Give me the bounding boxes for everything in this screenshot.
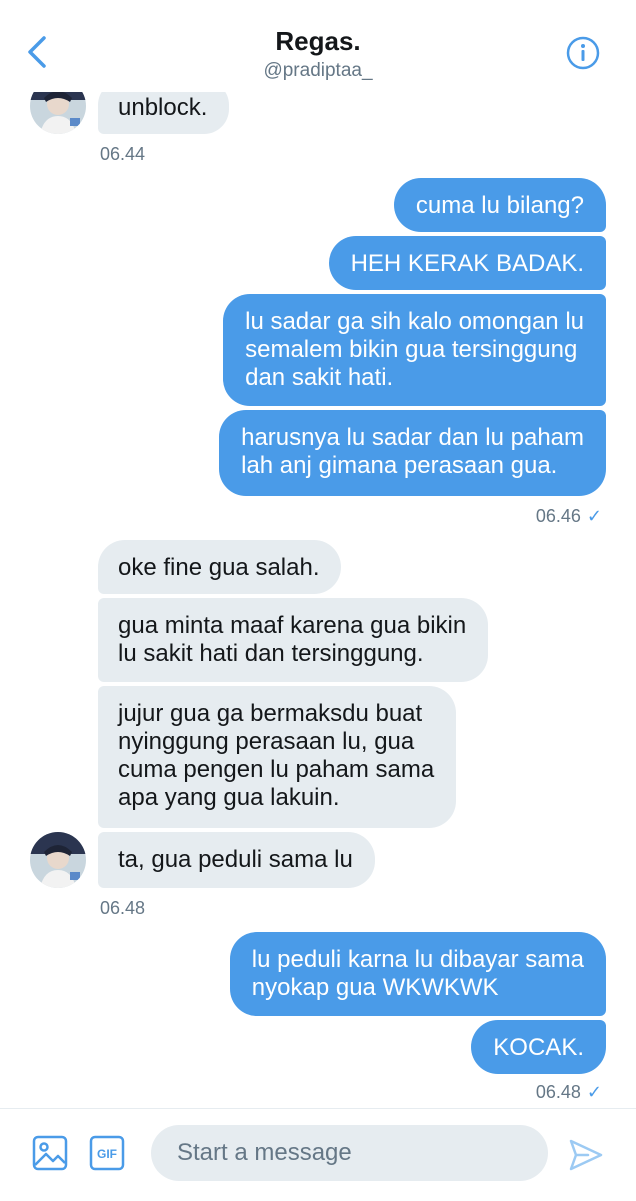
message-text: unblock.	[118, 94, 208, 121]
message-text-line: lu sakit hati dan tersinggung.	[118, 640, 424, 667]
message-bubble[interactable]: lu sadar ga sih kalo omongan lu semalem …	[223, 294, 606, 406]
timestamp-text: 06.46	[535, 506, 581, 526]
message-timestamp: 06.46 ✓	[536, 506, 602, 527]
message-bubble[interactable]: oke fine gua salah.	[98, 540, 342, 594]
timestamp-text: 06.48	[535, 1082, 581, 1102]
conversation-header: Regas. @pradiptaa_	[0, 0, 636, 92]
info-button[interactable]	[566, 36, 600, 70]
message-bubble[interactable]: ta, gua peduli sama lu	[98, 832, 375, 888]
message-bubble[interactable]: gua minta maaf karena gua bikin lu sakit…	[98, 598, 489, 682]
message-timestamp: 06.48 ✓	[536, 1082, 602, 1103]
message-text-line: nyokap gua WKWKWK	[251, 974, 499, 1001]
message-bubble[interactable]: HEH KERAK BADAK.	[328, 236, 606, 290]
gif-icon: GIF	[89, 1135, 125, 1171]
message-text-line: semalem bikin gua tersinggung	[245, 336, 578, 363]
conversation-handle[interactable]: @pradiptaa_	[0, 60, 636, 82]
message-text: ta, gua peduli sama lu	[118, 846, 353, 873]
message-text: HEH KERAK BADAK.	[350, 250, 584, 277]
avatar[interactable]	[30, 832, 86, 888]
message-text: cuma lu bilang?	[415, 192, 584, 219]
message-timestamp: 06.48	[100, 898, 146, 918]
message-bubble[interactable]: KOCAK.	[471, 1020, 606, 1074]
message-bubble[interactable]: cuma lu bilang?	[393, 178, 606, 232]
image-icon	[32, 1135, 68, 1171]
info-icon	[566, 36, 600, 70]
sent-check-icon: ✓	[586, 1082, 602, 1102]
message-text-line: jujur gua ga bermaksdu buat	[118, 700, 423, 727]
message-text: KOCAK.	[493, 1034, 584, 1061]
message-bubble[interactable]: jujur gua ga bermaksdu buat nyinggung pe…	[98, 686, 457, 828]
message-input[interactable]	[151, 1125, 548, 1181]
message-text-line: apa yang gua lakuin.	[118, 784, 340, 811]
message-text-line: dan sakit hati.	[245, 364, 394, 391]
message-text-line: harusnya lu sadar dan lu paham	[241, 424, 584, 451]
add-gif-button[interactable]: GIF	[89, 1135, 125, 1171]
message-text-line: lah anj gimana perasaan gua.	[241, 452, 558, 479]
message-text-line: gua minta maaf karena gua bikin	[118, 612, 467, 639]
message-bubble[interactable]: lu peduli karna lu dibayar sama nyokap g…	[229, 932, 606, 1016]
send-button[interactable]	[568, 1137, 604, 1173]
conversation-title[interactable]: Regas.	[0, 26, 636, 57]
add-image-button[interactable]	[32, 1135, 68, 1171]
message-text-line: lu peduli karna lu dibayar sama	[251, 946, 584, 973]
message-text-line: nyinggung perasaan lu, gua	[118, 728, 415, 755]
message-composer: GIF	[0, 1108, 636, 1201]
gif-label: GIF	[97, 1147, 117, 1161]
message-text: oke fine gua salah.	[118, 554, 320, 581]
message-text-line: cuma pengen lu paham sama	[118, 756, 435, 783]
message-bubble[interactable]: harusnya lu sadar dan lu paham lah anj g…	[219, 410, 606, 496]
send-icon	[569, 1139, 603, 1171]
message-timestamp: 06.44	[100, 144, 146, 164]
message-text-line: lu sadar ga sih kalo omongan lu	[245, 308, 584, 335]
sent-check-icon: ✓	[586, 506, 602, 526]
